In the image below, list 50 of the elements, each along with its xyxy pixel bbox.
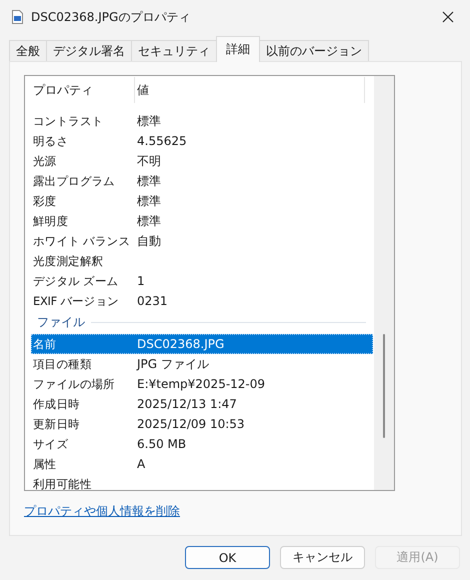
property-value: JPG ファイル xyxy=(135,356,209,372)
property-name: デジタル ズーム xyxy=(32,274,120,288)
property-name: ファイルの場所 xyxy=(32,376,116,392)
group-header: ファイル xyxy=(37,314,85,331)
property-name: 名前 xyxy=(32,336,58,352)
property-name: 彩度 xyxy=(32,194,58,208)
property-value: 標準 xyxy=(136,112,161,130)
property-value: E:¥temp¥2025-12-09 xyxy=(136,377,266,391)
remove-properties-link[interactable]: プロパティや個人情報を削除 xyxy=(24,503,180,520)
property-value: 0231 xyxy=(136,294,168,308)
tab[interactable]: 詳細 xyxy=(216,36,260,62)
property-name: 露出プログラム xyxy=(32,174,116,188)
property-value: 標準 xyxy=(136,192,161,210)
tab[interactable]: 以前のバージョン xyxy=(259,40,369,61)
property-value: 1 xyxy=(136,274,145,288)
property-name: 利用可能性 xyxy=(32,476,93,490)
property-name: 更新日時 xyxy=(32,416,81,432)
property-name: ホワイト バランス xyxy=(32,234,131,248)
property-name: 作成日時 xyxy=(32,396,81,412)
property-value: 2025/12/13 1:47 xyxy=(136,397,237,411)
window-title: DSC02368.JPGのプロパティ xyxy=(31,8,192,26)
property-name: 項目の種類 xyxy=(32,356,93,372)
property-value: DSC02368.JPG xyxy=(136,337,224,351)
dialog-button[interactable]: OK xyxy=(185,546,270,569)
property-list[interactable] xyxy=(24,75,395,491)
property-name: サイズ xyxy=(32,436,70,452)
property-value: 2025/12/09 10:53 xyxy=(136,417,245,431)
image-file-icon xyxy=(12,10,23,24)
property-name: 光度測定解釈 xyxy=(32,254,104,268)
property-value: 4.55625 xyxy=(136,134,187,148)
property-name: コントラスト xyxy=(32,114,104,128)
property-name: 鮮明度 xyxy=(32,214,70,228)
selected-row[interactable]: 名前 DSC02368.JPG xyxy=(31,334,373,354)
property-value: 標準 xyxy=(136,172,161,190)
property-value: 自動 xyxy=(136,232,161,250)
scrollbar[interactable] xyxy=(374,76,394,490)
property-name: 属性 xyxy=(32,456,58,472)
scroll-thumb[interactable] xyxy=(383,334,385,438)
dialog-button[interactable]: キャンセル xyxy=(280,546,365,569)
property-value: 標準 xyxy=(136,212,161,230)
property-name: 明るさ xyxy=(32,134,70,148)
close-icon[interactable] xyxy=(442,11,454,23)
column-header[interactable]: 値 xyxy=(135,77,365,103)
property-value: 不明 xyxy=(136,152,161,170)
property-value: 6.50 MB xyxy=(136,437,186,451)
property-name: EXIF バージョン xyxy=(32,294,120,308)
column-header[interactable]: プロパティ xyxy=(31,77,135,103)
property-name: 光源 xyxy=(32,154,58,168)
property-value: A xyxy=(136,457,146,471)
tab[interactable]: 全般 xyxy=(9,40,47,61)
